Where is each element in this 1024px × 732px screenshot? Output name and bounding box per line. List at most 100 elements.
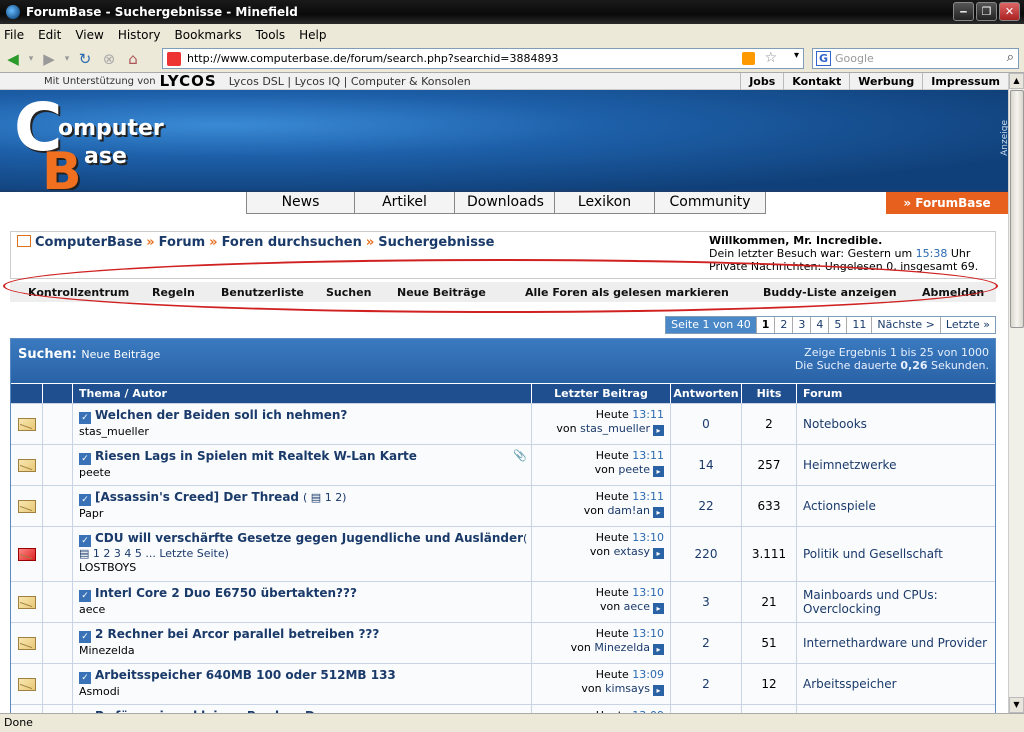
page-link[interactable]: 4 <box>810 317 828 333</box>
private-messages-link[interactable]: Private Nachrichten: Ungelesen 0, insges… <box>709 260 978 273</box>
menu-help[interactable]: Help <box>299 28 326 42</box>
thread-title-link[interactable]: 2 Rechner bei Arcor parallel betreiben ?… <box>95 627 379 641</box>
minimize-button[interactable]: ‒ <box>953 2 974 21</box>
col-antworten[interactable]: Antworten <box>671 384 742 403</box>
replies-cell[interactable] <box>671 705 742 713</box>
subnav-suchen[interactable]: Suchen <box>326 286 371 299</box>
forum-link[interactable]: Arbeitsspeicher <box>797 664 995 704</box>
home-icon[interactable] <box>17 235 31 247</box>
thread-title-link[interactable]: Riesen Lags in Spielen mit Realtek W-Lan… <box>95 449 417 463</box>
thread-title-link[interactable]: [Assassin's Creed] Der Thread <box>95 490 299 504</box>
subnav-neue-beitraege[interactable]: Neue Beiträge <box>397 286 486 299</box>
forum-link[interactable]: Mainboards und CPUs: Overclocking <box>797 582 995 622</box>
go-to-post-icon[interactable]: ▸ <box>653 685 664 696</box>
web-search-box[interactable]: G Google ⌕ <box>812 48 1019 69</box>
menu-bookmarks[interactable]: Bookmarks <box>175 28 242 42</box>
subnav-kontrollzentrum[interactable]: Kontrollzentrum <box>28 286 129 299</box>
replies-cell[interactable]: 22 <box>671 486 742 526</box>
scroll-down-icon[interactable]: ▼ <box>1009 697 1024 713</box>
col-hits[interactable]: Hits <box>742 384 797 403</box>
thread-author[interactable]: LOSTBOYS <box>79 561 531 574</box>
forum-link[interactable] <box>797 705 995 713</box>
col-letzter-beitrag[interactable]: Letzter Beitrag <box>532 384 671 403</box>
toplink-werbung[interactable]: Werbung <box>849 73 922 90</box>
col-forum[interactable]: Forum <box>797 384 995 403</box>
scroll-thumb[interactable] <box>1010 90 1024 328</box>
replies-cell[interactable]: 3 <box>671 582 742 622</box>
page-link[interactable]: 11 <box>846 317 871 333</box>
go-to-post-icon[interactable]: ▸ <box>653 425 664 436</box>
scroll-up-icon[interactable]: ▲ <box>1009 73 1024 89</box>
menu-tools[interactable]: Tools <box>256 28 286 42</box>
replies-cell[interactable]: 14 <box>671 445 742 485</box>
nav-artikel[interactable]: Artikel <box>355 192 455 213</box>
thread-title-link[interactable]: Welchen der Beiden soll ich nehmen? <box>95 408 347 422</box>
toplink-jobs[interactable]: Jobs <box>740 73 783 90</box>
bookmark-star-icon[interactable]: ☆ <box>764 50 777 66</box>
lycos-logo[interactable]: LYCOS <box>160 73 217 90</box>
thread-author[interactable]: stas_mueller <box>79 425 531 438</box>
forum-link[interactable]: Internethardware und Provider <box>797 623 995 663</box>
replies-cell[interactable]: 0 <box>671 404 742 444</box>
url-dropdown-icon[interactable]: ▾ <box>794 50 799 61</box>
subnav-regeln[interactable]: Regeln <box>152 286 195 299</box>
forward-dropdown-icon[interactable]: ▾ <box>62 48 72 70</box>
nav-community[interactable]: Community <box>655 192 765 213</box>
page-next[interactable]: Nächste > <box>871 317 940 333</box>
page-link[interactable]: 3 <box>792 317 810 333</box>
last-post-user[interactable]: aece <box>624 600 650 613</box>
reload-icon[interactable]: ↻ <box>74 48 96 70</box>
nav-lexikon[interactable]: Lexikon <box>555 192 655 213</box>
sponsor-links[interactable]: Lycos DSL | Lycos IQ | Computer & Konsol… <box>229 75 471 88</box>
maximize-button[interactable]: ❐ <box>976 2 997 21</box>
forumbase-tab[interactable]: » ForumBase <box>886 192 1008 214</box>
last-post-user[interactable]: extasy <box>614 545 650 558</box>
breadcrumb-search[interactable]: Foren durchsuchen <box>222 235 362 250</box>
menu-file[interactable]: File <box>4 28 24 42</box>
home-icon[interactable]: ⌂ <box>122 48 144 70</box>
go-to-post-icon[interactable]: ▸ <box>653 603 664 614</box>
url-bar[interactable]: http://www.computerbase.de/forum/search.… <box>162 48 804 69</box>
subnav-buddy-list[interactable]: Buddy-Liste anzeigen <box>763 286 897 299</box>
forum-link[interactable]: Notebooks <box>797 404 995 444</box>
menu-history[interactable]: History <box>118 28 161 42</box>
thread-title-link[interactable]: CDU will verschärfte Gesetze gegen Jugen… <box>95 531 523 545</box>
thread-author[interactable]: Asmodi <box>79 685 531 698</box>
thread-title-link[interactable]: Arbeitsspeicher 640MB 100 oder 512MB 133 <box>95 668 396 682</box>
go-to-post-icon[interactable]: ▸ <box>653 507 664 518</box>
thread-author[interactable]: peete <box>79 466 531 479</box>
replies-cell[interactable]: 2 <box>671 623 742 663</box>
subnav-mark-read[interactable]: Alle Foren als gelesen markieren <box>525 286 729 299</box>
thread-author[interactable]: aece <box>79 603 531 616</box>
toplink-kontakt[interactable]: Kontakt <box>783 73 849 90</box>
forum-link[interactable]: Politik und Gesellschaft <box>797 527 995 581</box>
last-post-user[interactable]: stas_mueller <box>580 422 650 435</box>
nav-news[interactable]: News <box>247 192 355 213</box>
last-post-user[interactable]: Minezelda <box>594 641 650 654</box>
forum-link[interactable]: Heimnetzwerke <box>797 445 995 485</box>
go-to-post-icon[interactable]: ▸ <box>653 644 664 655</box>
search-icon[interactable]: ⌕ <box>1007 50 1014 65</box>
thread-author[interactable]: Papr <box>79 507 531 520</box>
last-post-user[interactable]: dam!an <box>607 504 650 517</box>
rss-icon[interactable] <box>742 52 755 65</box>
stop-icon[interactable]: ⊗ <box>98 48 120 70</box>
toplink-impressum[interactable]: Impressum <box>922 73 1008 90</box>
forum-link[interactable]: Actionspiele <box>797 486 995 526</box>
close-button[interactable]: ✕ <box>999 2 1020 21</box>
go-to-post-icon[interactable]: ▸ <box>653 466 664 477</box>
last-post-user[interactable]: peete <box>618 463 650 476</box>
replies-cell[interactable]: 220 <box>671 527 742 581</box>
back-icon[interactable]: ◀ <box>2 48 24 70</box>
thread-title-link[interactable]: Interl Core 2 Duo E6750 übertakten??? <box>95 586 357 600</box>
menu-view[interactable]: View <box>75 28 103 42</box>
page-link[interactable]: 5 <box>828 317 846 333</box>
nav-downloads[interactable]: Downloads <box>455 192 555 213</box>
forward-icon[interactable]: ▶ <box>38 48 60 70</box>
computerbase-logo[interactable]: Computer Base <box>14 95 164 191</box>
page-scrollbar[interactable]: ▲ ▼ <box>1008 73 1024 713</box>
menu-edit[interactable]: Edit <box>38 28 61 42</box>
back-dropdown-icon[interactable]: ▾ <box>26 48 36 70</box>
col-thema[interactable]: Thema / Autor <box>73 384 532 403</box>
replies-cell[interactable]: 2 <box>671 664 742 704</box>
